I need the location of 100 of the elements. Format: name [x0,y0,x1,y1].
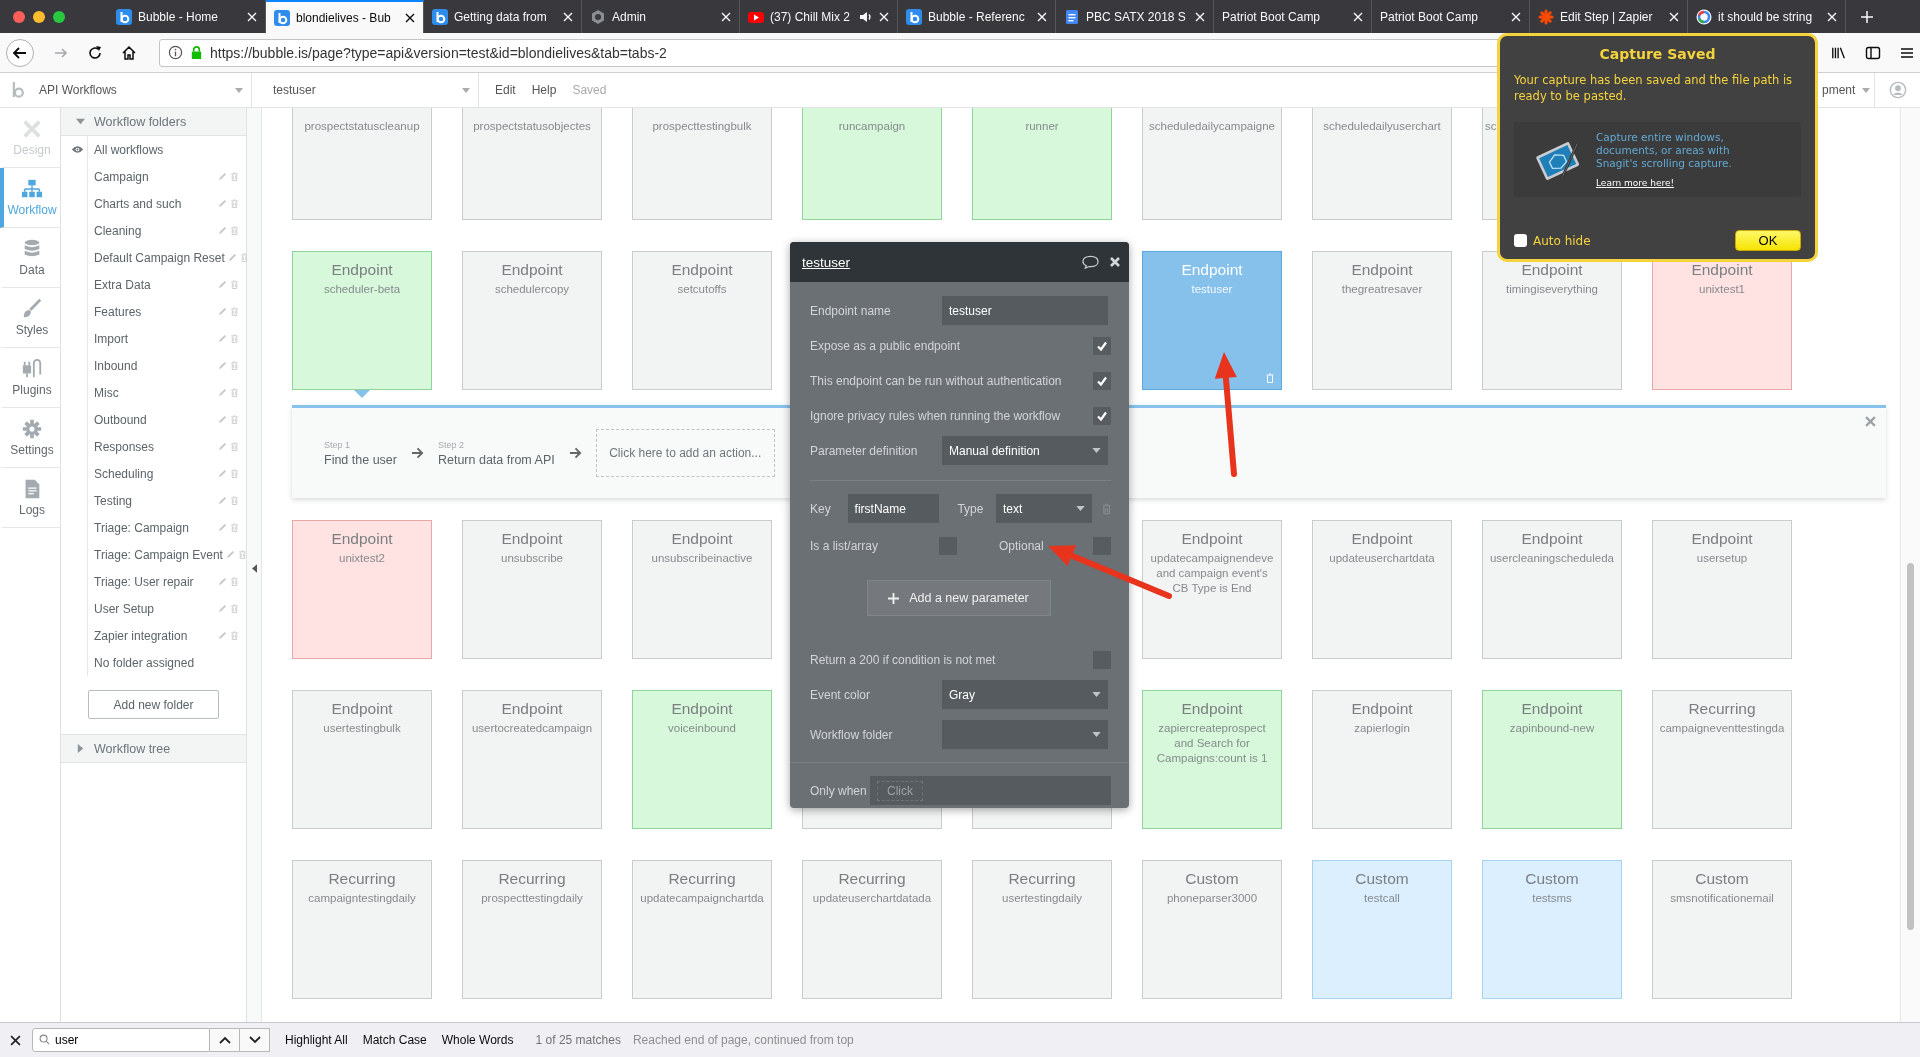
folder-item[interactable]: Extra Data [94,277,215,292]
folder-item[interactable]: Triage: Campaign [94,520,215,535]
workflow-card[interactable]: Endpoint scheduler-beta [292,251,432,390]
workflow-card[interactable]: runner [972,108,1112,220]
folder-item[interactable]: Charts and such [94,196,215,211]
workflow-name: usertestingdaily [1002,891,1082,906]
workflow-dropdown[interactable]: testuser [252,73,479,107]
workflow-card[interactable]: Custom testcall [1312,860,1452,999]
sidebar-tab[interactable]: Plugins [0,348,60,408]
key-field[interactable]: firstName [847,494,940,523]
folder-item[interactable]: Inbound [94,358,215,373]
dropdown[interactable]: Manual definition [942,436,1108,465]
workflow-card[interactable]: prospectstatusobjectes [462,108,602,220]
panel-title[interactable]: testuser [802,254,851,270]
folder-item[interactable]: Campaign [94,169,215,184]
tree-header[interactable]: Workflow tree [61,734,246,763]
workflow-card[interactable]: Endpoint zapinbound-new [1482,690,1622,829]
workflow-name: setcutoffs [677,282,727,297]
folder-item[interactable]: No folder assigned [94,655,239,670]
folders-header[interactable]: Workflow folders [61,108,246,136]
workflow-card[interactable]: Endpoint thegreatresaver [1312,251,1452,390]
workflow-card[interactable]: Custom testsms [1482,860,1622,999]
folder-item[interactable]: Triage: User repair [94,574,215,589]
sidebar-tab[interactable]: Styles [0,288,60,348]
workflow-card[interactable]: runcampaign [802,108,942,220]
folder-item[interactable]: Default Campaign Reset [94,250,225,265]
folder-item[interactable]: Cleaning [94,223,215,238]
folder-item[interactable]: Triage: Campaign Event [94,547,223,562]
workflow-card[interactable]: Recurring updateuserchartdatada [802,860,942,999]
workflow-type: Endpoint [501,260,563,280]
workflow-card[interactable]: Recurring updatecampaignchartda [632,860,772,999]
find-option[interactable]: Highlight All [285,1033,348,1047]
sidebar-tab[interactable]: Logs [0,468,60,528]
folder-item[interactable]: Import [94,331,215,346]
workflow-card[interactable]: Endpoint usercleaningscheduleda [1482,520,1622,659]
find-field[interactable]: user [32,1028,210,1052]
workflow-card[interactable]: Endpoint voiceinbound [632,690,772,829]
workflow-card[interactable]: Endpoint usersetup [1652,520,1792,659]
folder-item[interactable]: Misc [94,385,215,400]
workflow-type: Endpoint [1521,699,1583,719]
workflow-type: Endpoint [671,529,733,549]
workflow-card[interactable]: Recurring campaigneventtestingda [1652,690,1792,829]
workflow-card[interactable]: prospecttestingbulk [632,108,772,220]
workflow-name: unsubscribe [501,551,563,566]
add-parameter-button[interactable]: Add a new parameter [866,580,1051,616]
workflow-step[interactable]: Step 2 Return data from API [437,439,555,467]
field-label: Return a 200 if condition is not met [810,652,996,667]
workflow-card[interactable]: Endpoint schedulercopy [462,251,602,390]
text-field[interactable]: testuser [942,296,1108,325]
folder-item[interactable]: Features [94,304,215,319]
folder-item[interactable]: All workflows [94,142,239,157]
workflow-name: testsms [1532,891,1572,906]
folder-item[interactable]: Zapier integration [94,628,215,643]
dropdown[interactable]: Gray [942,680,1108,709]
workflow-card[interactable]: Recurring usertestingdaily [972,860,1112,999]
learn-more-link[interactable]: Learn more here! [1596,178,1756,188]
workflow-card[interactable]: Endpoint usertestingbulk [292,690,432,829]
workflow-card[interactable]: Recurring campaigntestingdaily [292,860,432,999]
find-status: Reached end of page, continued from top [632,1033,854,1047]
browser-tab[interactable]: blondielives - Bub [266,0,424,33]
workflow-card[interactable]: Recurring prospecttestingdaily [462,860,602,999]
workflow-card[interactable]: Endpoint updateuserchartdata [1312,520,1452,659]
sidebar-tab[interactable]: Data [0,228,60,288]
workflow-card[interactable]: Endpoint setcutoffs [632,251,772,390]
workflow-card[interactable]: prospectstatuscleanup [292,108,432,220]
workflow-card[interactable]: scheduledailyuserchart [1312,108,1452,220]
workflow-card[interactable]: Endpoint updatecampaignendeve and campaign event's CB Type is End [1142,520,1282,659]
folder-item[interactable]: Testing [94,493,215,508]
type-dropdown[interactable]: text [995,494,1092,523]
workflow-card[interactable]: Endpoint timingiseverything [1482,251,1622,390]
workflow-step[interactable]: Step 1 Find the user [324,439,397,467]
workflow-card[interactable]: Endpoint unsubscribe [462,520,602,659]
menu-item[interactable]: Edit [495,83,516,97]
menu-item[interactable]: Help [531,83,557,97]
find-option[interactable]: Whole Words [441,1033,514,1047]
workflow-type: Endpoint [1521,260,1583,280]
add-folder-button[interactable]: Add new folder [88,690,219,719]
ok-button[interactable]: OK [1735,230,1801,251]
workflow-card[interactable]: Endpoint unsubscribeinactive [632,520,772,659]
workflow-card[interactable]: Custom smsnotificationemail [1652,860,1792,999]
field-label: Parameter definition [810,443,919,458]
workflow-type: Endpoint [331,260,393,280]
workflow-card[interactable]: Endpoint zapierlogin [1312,690,1452,829]
page-dropdown[interactable]: API Workflows [34,73,252,107]
folder-item[interactable]: Outbound [94,412,215,427]
add-action-box[interactable]: Click here to add an action... [595,429,775,477]
find-option[interactable]: Match Case [362,1033,427,1047]
folder-item[interactable]: Responses [94,439,215,454]
workflow-card[interactable]: Endpoint zapiercreateprospect and Search for Campaigns:count is 1 [1142,690,1282,829]
workflow-card[interactable]: Endpoint unixtest2 [292,520,432,659]
workflow-card[interactable]: scheduledailycampaigne [1142,108,1282,220]
sidebar-tab[interactable]: Settings [0,408,60,468]
workflow-type: Recurring [498,869,566,889]
workflow-card[interactable]: Endpoint usertocreatedcampaign [462,690,602,829]
workflow-type: Custom [1355,869,1409,889]
workflow-card[interactable]: Custom phoneparser3000 [1142,860,1282,999]
field-label: This endpoint can be run without authentication [810,373,1062,388]
folder-item[interactable]: Scheduling [94,466,215,481]
folder-item[interactable]: User Setup [94,601,215,616]
step-number: Step 1 [324,439,352,450]
